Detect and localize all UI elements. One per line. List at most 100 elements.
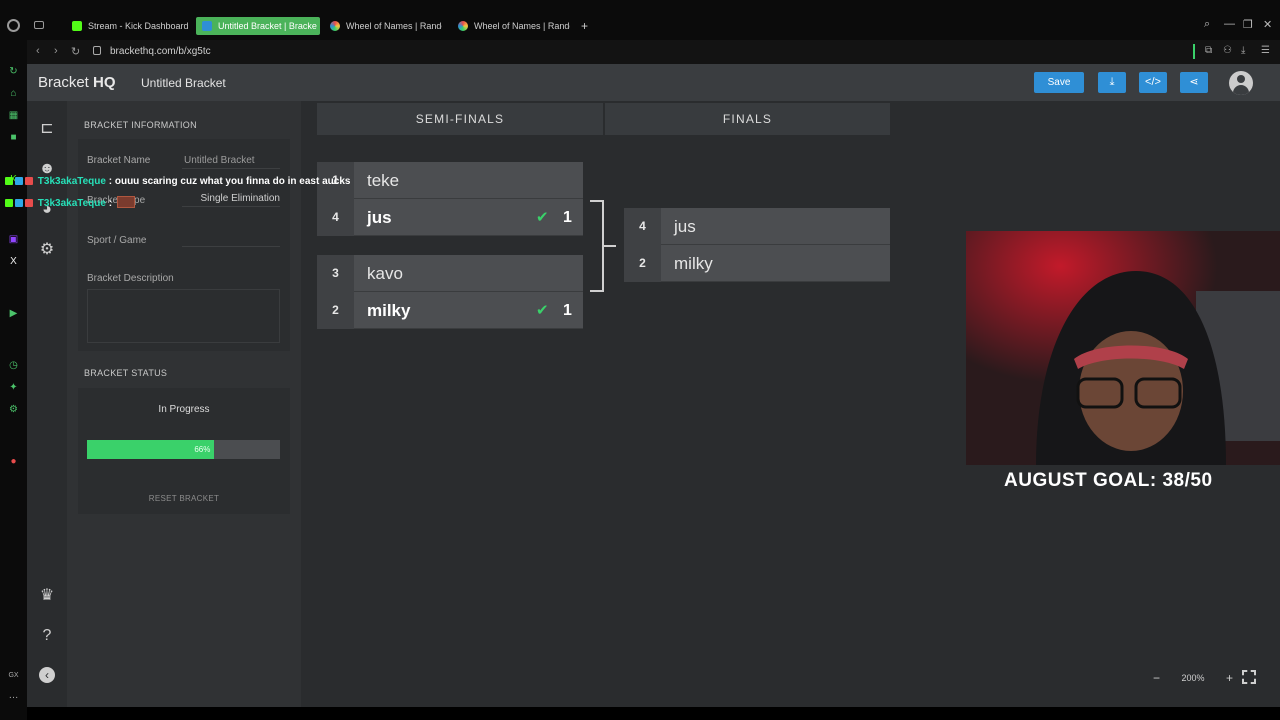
seed-number: 2 <box>317 292 354 329</box>
wheel-icon <box>330 21 340 31</box>
back-icon[interactable]: ‹ <box>36 45 40 57</box>
extensions-icon[interactable]: ⧉ <box>1205 45 1212 56</box>
seed-number: 4 <box>624 208 661 245</box>
match-slot[interactable]: 2 milky <box>624 245 890 282</box>
record-icon[interactable]: ● <box>8 456 19 467</box>
match-final[interactable]: 4 jus 2 milky <box>624 208 890 282</box>
match-slot[interactable]: 1 teke <box>317 162 583 199</box>
collapse-icon[interactable]: ‹ <box>39 667 55 683</box>
progress-bar: 66% <box>87 440 280 459</box>
emote-icon <box>116 196 135 208</box>
url-field[interactable]: brackethq.com/b/xg5tc <box>110 46 211 57</box>
more-icon[interactable]: … <box>8 690 19 701</box>
chat-username: T3k3akaTeque <box>37 198 106 209</box>
participant-name: jus <box>674 217 696 236</box>
match-score: 1 <box>563 209 572 226</box>
zoom-in-button[interactable]: + <box>1226 671 1233 685</box>
sub-badge-icon <box>15 199 23 207</box>
messenger-icon[interactable]: ■ <box>8 132 19 143</box>
bracket-icon[interactable]: ⊏ <box>37 120 57 138</box>
round-header-semi-finals: SEMI-FINALS <box>317 103 603 135</box>
tab-wheel-of-names-2[interactable]: Wheel of Names | Rando <box>458 17 570 35</box>
x-icon[interactable]: X <box>8 256 19 267</box>
bracket-description-field[interactable] <box>87 289 280 343</box>
zoom-out-button[interactable]: − <box>1153 671 1160 685</box>
progress-fill: 66% <box>87 440 215 459</box>
sport-game-field[interactable] <box>182 231 280 247</box>
bracket-information-heading: BRACKET INFORMATION <box>84 120 197 130</box>
settings-icon[interactable]: ⚙ <box>8 404 19 415</box>
help-icon[interactable]: ? <box>37 627 57 645</box>
download-button[interactable]: ⤓ <box>1098 72 1126 93</box>
new-tab-button[interactable]: + <box>581 17 593 35</box>
winner-check-icon: ✔ <box>536 209 549 226</box>
kick-badge-icon <box>5 177 13 185</box>
address-bar: ‹ › ↻ brackethq.com/b/xg5tc ⧉ ⚇ ⤓ ☰ <box>27 40 1280 64</box>
gift-badge-icon <box>25 199 33 207</box>
bracket-name-field[interactable]: Untitled Bracket <box>182 153 280 169</box>
save-button[interactable]: Save <box>1034 72 1084 93</box>
match-slot[interactable]: 4 jus <box>624 208 890 245</box>
avatar[interactable] <box>1229 71 1253 95</box>
minimize-icon[interactable]: — <box>1224 18 1235 30</box>
lock-icon <box>93 46 101 55</box>
maximize-icon[interactable]: ❐ <box>1243 18 1253 31</box>
opera-logo-icon[interactable] <box>7 19 20 32</box>
reload-icon[interactable]: ↻ <box>71 45 80 58</box>
logo-text: Bracket <box>38 74 94 91</box>
browser-sidebar: ↻ ⌂ ▦ ■ K ▣ X ▶ ◷ ✦ ⚙ ● GX … <box>0 40 27 720</box>
player-icon[interactable]: ▶ <box>8 308 19 319</box>
kick-icon <box>72 21 82 31</box>
share-button[interactable]: ⋖ <box>1180 72 1208 93</box>
tab-label: Wheel of Names | Rando <box>474 21 570 31</box>
seed-number: 3 <box>317 255 354 292</box>
match-slot[interactable]: 2 milky ✔ 1 <box>317 292 583 329</box>
participant-name: milky <box>367 301 411 320</box>
crown-icon[interactable]: ♛ <box>37 587 57 605</box>
match-score: 1 <box>563 302 572 319</box>
reset-bracket-button[interactable]: RESET BRACKET <box>78 494 290 503</box>
bracket-hq-logo[interactable]: Bracket HQ <box>38 74 116 91</box>
wheel-icon <box>458 21 468 31</box>
forward-icon[interactable]: › <box>54 45 58 57</box>
tab-label: Wheel of Names | Rando <box>346 21 442 31</box>
match-semi-1[interactable]: 1 teke 4 jus ✔ 1 <box>317 162 583 236</box>
match-slot[interactable]: 4 jus ✔ 1 <box>317 199 583 236</box>
tab-bracket-hq[interactable]: Untitled Bracket | Bracke <box>196 17 320 35</box>
green-divider <box>1193 44 1195 59</box>
fullscreen-icon[interactable] <box>1242 670 1256 684</box>
app-header: Bracket HQ Untitled Bracket Save ⤓ </> ⋖ <box>27 64 1280 101</box>
gx-icon[interactable]: GX <box>8 670 19 681</box>
cards-icon[interactable]: ▦ <box>8 110 19 121</box>
puzzle-icon[interactable]: ✦ <box>8 382 19 393</box>
bracket-name-label: Bracket Name <box>87 155 151 166</box>
tab-kick-dashboard[interactable]: Stream - Kick Dashboard <box>72 17 192 35</box>
match-slot[interactable]: 3 kavo <box>317 255 583 292</box>
info-panel: BRACKET INFORMATION Bracket Name Untitle… <box>67 101 301 707</box>
tab-list-icon[interactable] <box>34 21 44 29</box>
refresh-icon[interactable]: ↻ <box>8 66 19 77</box>
status-badge: In Progress <box>158 404 210 415</box>
profile-icon[interactable]: ⚇ <box>1223 45 1232 56</box>
history-icon[interactable]: ◷ <box>8 360 19 371</box>
seed-number: 4 <box>317 199 354 236</box>
bracket-type-select[interactable]: Single Elimination <box>182 191 280 207</box>
search-icon[interactable]: ⌕ <box>1204 18 1210 31</box>
match-semi-2[interactable]: 3 kavo 2 milky ✔ 1 <box>317 255 583 329</box>
shop-icon[interactable]: ⌂ <box>8 88 19 99</box>
info-card: Bracket Name Untitled Bracket Bracket Ty… <box>78 139 290 351</box>
twitch-icon[interactable]: ▣ <box>8 234 19 245</box>
close-icon[interactable]: ✕ <box>1263 18 1272 31</box>
participant-name: teke <box>367 171 400 190</box>
chat-text: : ouuu scaring cuz what you finna do in … <box>105 176 351 187</box>
download-icon[interactable]: ⤓ <box>1241 45 1245 56</box>
embed-button[interactable]: </> <box>1139 72 1167 93</box>
menu-icon[interactable]: ☰ <box>1261 45 1270 56</box>
goal-overlay: AUGUST GOAL: 38/50 <box>1004 470 1213 491</box>
bottom-edge <box>27 707 1280 720</box>
gear-icon[interactable]: ⚙ <box>37 241 57 259</box>
bracket-connector <box>590 200 604 292</box>
app-sidebar: ⊏ ☻ ◕ ⚙ ♛ ? ‹ <box>27 101 67 707</box>
winner-check-icon: ✔ <box>536 302 549 319</box>
tab-wheel-of-names-1[interactable]: Wheel of Names | Rando <box>330 17 442 35</box>
